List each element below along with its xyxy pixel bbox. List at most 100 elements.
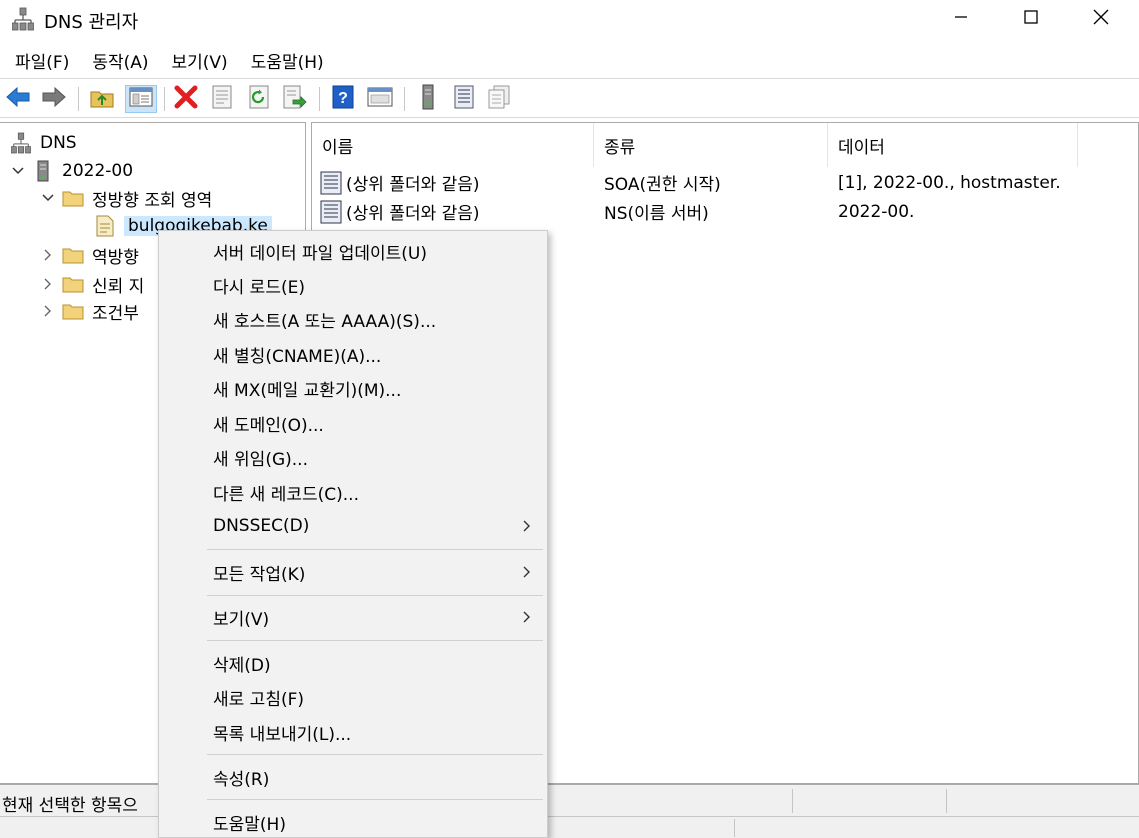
submenu-arrow-icon xyxy=(521,609,533,625)
properties-button[interactable] xyxy=(208,85,236,113)
menu-bar: 파일(F) 동작(A) 보기(V) 도움말(H) xyxy=(0,44,1139,76)
toolbar-separator xyxy=(78,87,79,111)
folder-icon xyxy=(62,244,84,266)
tree-label: DNS xyxy=(40,133,77,153)
chevron-right-icon[interactable] xyxy=(40,303,56,319)
server-icon xyxy=(421,84,435,115)
tree-node-reverse-zones[interactable]: 역방향 xyxy=(40,241,139,269)
copy-view-button[interactable] xyxy=(485,85,513,113)
ctx-label: 새 도메인(O)... xyxy=(213,415,324,436)
show-hide-console-tree-button[interactable] xyxy=(125,85,157,113)
minimize-icon xyxy=(953,9,969,30)
chevron-down-icon[interactable] xyxy=(40,190,56,206)
delete-button[interactable] xyxy=(172,85,200,113)
up-one-level-button[interactable] xyxy=(88,85,116,113)
menu-separator xyxy=(207,595,543,596)
delete-icon xyxy=(174,85,198,114)
ctx-view[interactable]: 보기(V) xyxy=(159,600,547,634)
tree-label: 2022-00 xyxy=(62,161,134,181)
ctx-reload[interactable]: 다시 로드(E) xyxy=(159,268,547,302)
help-button[interactable]: ? xyxy=(329,85,357,113)
ctx-label: 새 MX(메일 교환기)(M)... xyxy=(213,380,402,401)
close-button[interactable] xyxy=(1066,0,1136,38)
export-list-button[interactable] xyxy=(281,85,309,113)
column-header-data[interactable]: 데이터 xyxy=(828,123,1078,167)
up-folder-icon xyxy=(90,86,114,113)
ctx-label: 모든 작업(K) xyxy=(213,564,306,585)
ctx-label: 목록 내보내기(L)... xyxy=(213,724,352,745)
status-divider xyxy=(734,819,735,837)
ctx-other-new-records[interactable]: 다른 새 레코드(C)... xyxy=(159,475,547,509)
show-console-button[interactable] xyxy=(364,85,396,113)
ctx-new-domain[interactable]: 새 도메인(O)... xyxy=(159,406,547,440)
ctx-label: 다른 새 레코드(C)... xyxy=(213,484,359,505)
minimize-button[interactable] xyxy=(926,0,996,38)
ctx-help[interactable]: 도움말(H) xyxy=(159,805,547,838)
menu-help[interactable]: 도움말(H) xyxy=(242,44,333,77)
maximize-icon xyxy=(1023,9,1039,30)
ctx-new-host[interactable]: 새 호스트(A 또는 AAAA)(S)... xyxy=(159,302,547,336)
chevron-right-icon[interactable] xyxy=(40,276,56,292)
ctx-all-tasks[interactable]: 모든 작업(K) xyxy=(159,555,547,589)
menu-view[interactable]: 보기(V) xyxy=(163,44,237,77)
forward-button[interactable] xyxy=(40,85,68,113)
menu-action[interactable]: 동작(A) xyxy=(83,44,157,77)
properties-icon xyxy=(211,85,233,114)
title-bar: DNS 관리자 xyxy=(0,0,1139,40)
ctx-label: 새 별칭(CNAME)(A)... xyxy=(213,346,382,367)
ctx-new-mx[interactable]: 새 MX(메일 교환기)(M)... xyxy=(159,371,547,405)
status-divider xyxy=(946,789,947,813)
toolbar-separator xyxy=(164,87,165,111)
forward-arrow-icon xyxy=(41,86,67,113)
ctx-refresh[interactable]: 새로 고침(F) xyxy=(159,680,547,714)
tree-node-forward-zones[interactable]: 정방향 조회 영역 xyxy=(40,184,212,212)
chevron-right-icon[interactable] xyxy=(40,247,56,263)
tree-node-trust-points[interactable]: 신뢰 지 xyxy=(40,270,144,298)
ctx-delete[interactable]: 삭제(D) xyxy=(159,646,547,680)
column-header-name[interactable]: 이름 xyxy=(312,123,594,167)
submenu-arrow-icon xyxy=(521,518,533,534)
menu-separator xyxy=(207,549,543,550)
refresh-button[interactable] xyxy=(245,85,273,113)
list-header: 이름 종류 데이터 xyxy=(312,123,1138,167)
menu-separator xyxy=(207,754,543,755)
ctx-properties[interactable]: 속성(R) xyxy=(159,760,547,794)
status-text: 현재 선택한 항목으 xyxy=(2,796,138,816)
ctx-label: 도움말(H) xyxy=(213,814,286,835)
show-hide-console-tree-icon xyxy=(129,87,153,112)
record-type: SOA(권한 시작) xyxy=(604,175,721,195)
ctx-label: 새로 고침(F) xyxy=(213,689,305,710)
record-name: (상위 폴더와 같음) xyxy=(346,204,480,224)
back-button[interactable] xyxy=(4,85,32,113)
column-header-type[interactable]: 종류 xyxy=(594,123,828,167)
ctx-update-server-data-file[interactable]: 서버 데이터 파일 업데이트(U) xyxy=(159,234,547,268)
ctx-new-delegation[interactable]: 새 위임(G)... xyxy=(159,440,547,474)
table-row[interactable]: (상위 폴더와 같음) SOA(권한 시작) [1], 2022-00., ho… xyxy=(312,168,1138,197)
tree-label: 조건부 xyxy=(92,303,139,324)
dns-root-icon xyxy=(10,132,32,154)
ctx-label: DNSSEC(D) xyxy=(213,516,310,536)
ctx-export-list[interactable]: 목록 내보내기(L)... xyxy=(159,715,547,749)
export-list-icon xyxy=(283,85,307,114)
list-view-button[interactable] xyxy=(450,85,478,113)
ctx-new-alias[interactable]: 새 별칭(CNAME)(A)... xyxy=(159,337,547,371)
ctx-label: 새 위임(G)... xyxy=(213,449,308,470)
ctx-dnssec[interactable]: DNSSEC(D) xyxy=(159,509,547,543)
server-button[interactable] xyxy=(414,84,442,115)
list-view-icon xyxy=(453,85,475,114)
tree-node-dns[interactable]: DNS xyxy=(10,129,77,157)
ctx-label: 속성(R) xyxy=(213,769,270,790)
folder-icon xyxy=(62,300,84,322)
tree-label: 역방향 xyxy=(92,247,139,268)
menu-file[interactable]: 파일(F) xyxy=(6,44,78,77)
window-title: DNS 관리자 xyxy=(44,12,139,33)
record-icon xyxy=(320,168,342,197)
copy-view-icon xyxy=(487,85,511,114)
refresh-icon xyxy=(248,85,270,114)
tree-node-conditional-forwarders[interactable]: 조건부 xyxy=(40,297,139,325)
table-row[interactable]: (상위 폴더와 같음) NS(이름 서버) 2022-00. xyxy=(312,197,1138,226)
maximize-button[interactable] xyxy=(996,0,1066,38)
tree-node-server[interactable]: 2022-00 xyxy=(10,157,133,185)
folder-icon xyxy=(62,273,84,295)
chevron-down-icon[interactable] xyxy=(10,163,26,179)
